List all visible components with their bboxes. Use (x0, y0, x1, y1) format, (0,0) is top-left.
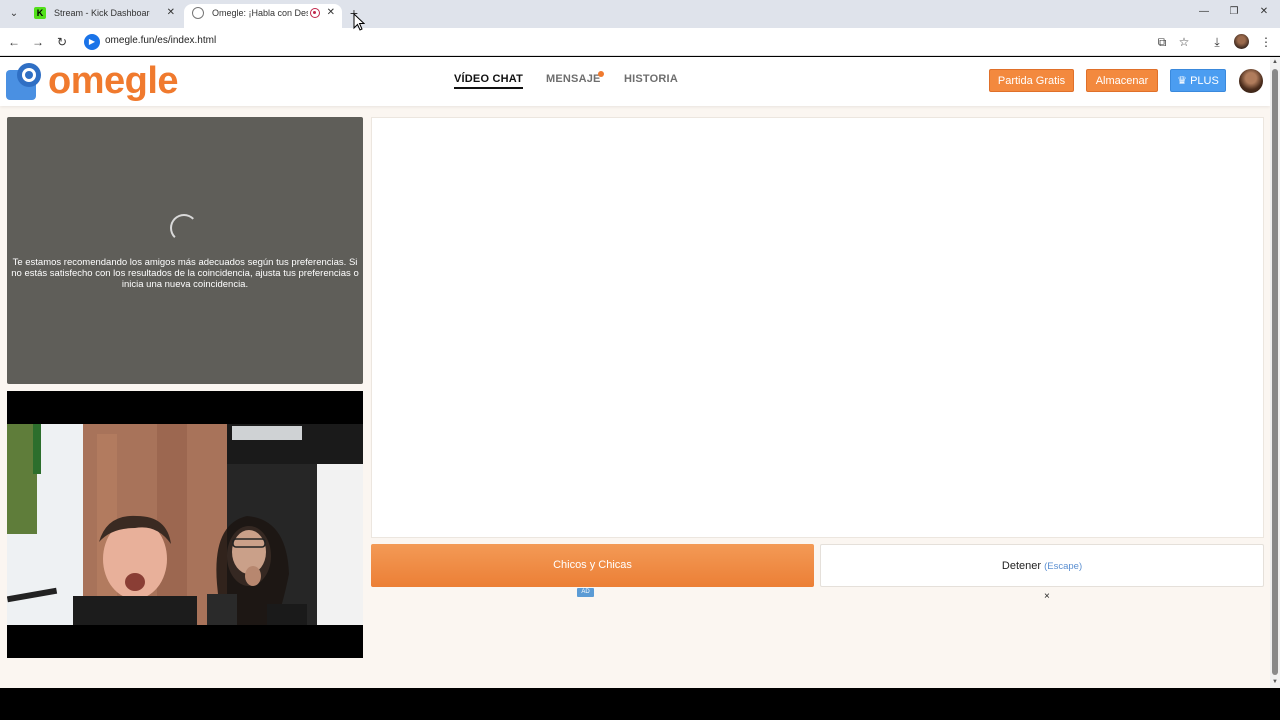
url-text: omegle.fun/es/index.html (105, 35, 217, 46)
matching-message: Te estamos recomendando los amigos más a… (11, 257, 359, 290)
notification-dot (598, 71, 604, 77)
globe-icon (192, 7, 204, 19)
restore-icon[interactable]: ❐ (1226, 6, 1242, 17)
browser-toolbar: ← → ↻ ▶ omegle.fun/es/index.html ⧉ ☆ ⤓ ⋮ (0, 28, 1280, 56)
back-icon[interactable]: ← (6, 34, 22, 50)
chat-panel (371, 117, 1264, 538)
stop-label: Detener (1001, 560, 1042, 572)
scroll-up-icon[interactable]: ▲ (1271, 59, 1279, 65)
free-match-button[interactable]: Partida Gratis (989, 69, 1074, 92)
tab-kick-dashboard[interactable]: K Stream - Kick Dashboard ✕ (26, 4, 182, 28)
webcam-feed (7, 424, 363, 625)
store-button[interactable]: Almacenar (1086, 69, 1158, 92)
bookmark-star-icon[interactable]: ☆ (1176, 34, 1192, 50)
stranger-video-panel: Te estamos recomendando los amigos más a… (7, 117, 363, 384)
page-scrollbar[interactable]: ▲ ▼ (1270, 57, 1280, 688)
browser-tab-strip: ⌄ K Stream - Kick Dashboard ✕ Omegle: ¡H… (0, 0, 1280, 28)
ad-close-icon[interactable]: × (1044, 591, 1050, 602)
close-window-icon[interactable]: ✕ (1256, 6, 1272, 17)
nav-messages[interactable]: MENSAJE (546, 73, 601, 85)
plus-label: PLUS (1190, 75, 1219, 87)
scroll-down-icon[interactable]: ▼ (1271, 679, 1279, 685)
user-avatar[interactable] (1239, 69, 1263, 93)
close-tab-icon[interactable]: ✕ (167, 4, 175, 22)
site-info-icon[interactable]: ▶ (84, 34, 100, 50)
close-tab-icon[interactable]: ✕ (327, 4, 335, 22)
page: omegle VÍDEO CHAT MENSAJE HISTORIA Parti… (0, 57, 1270, 688)
stop-button[interactable]: Detener (Escape) (820, 544, 1264, 587)
minimize-icon[interactable]: — (1196, 6, 1212, 17)
recording-indicator-icon (310, 8, 320, 18)
install-app-icon[interactable]: ⧉ (1154, 34, 1170, 50)
nav-video-chat[interactable]: VÍDEO CHAT (454, 73, 524, 89)
crown-icon: ♛ (1177, 75, 1188, 87)
nav-history[interactable]: HISTORIA (624, 73, 678, 85)
tab-omegle[interactable]: Omegle: ¡Habla con Descon ✕ (184, 4, 342, 28)
taskbar (0, 688, 1280, 720)
self-camera-panel (7, 391, 363, 658)
mouse-cursor-icon (353, 13, 365, 31)
tab-title: Omegle: ¡Habla con Descon (212, 8, 308, 18)
omegle-logo-icon[interactable] (6, 62, 46, 100)
logo-wordmark[interactable]: omegle (48, 59, 179, 103)
scroll-thumb[interactable] (1272, 69, 1278, 675)
address-bar[interactable]: ▶ omegle.fun/es/index.html (80, 31, 1200, 53)
escape-hint: (Escape) (1044, 561, 1083, 572)
forward-icon[interactable]: → (30, 34, 46, 50)
ad-badge: AD (577, 588, 594, 597)
reload-icon[interactable]: ↻ (54, 34, 70, 50)
browser-menu-icon[interactable]: ⋮ (1258, 34, 1274, 50)
site-header: omegle VÍDEO CHAT MENSAJE HISTORIA Parti… (0, 57, 1270, 106)
kick-icon: K (34, 7, 46, 19)
start-chat-button[interactable]: Chicos y Chicas (371, 544, 814, 587)
tab-search-icon[interactable]: ⌄ (6, 6, 22, 22)
download-icon[interactable]: ⤓ (1209, 34, 1225, 50)
profile-avatar[interactable] (1234, 34, 1249, 49)
loading-spinner-icon (170, 214, 198, 242)
plus-button[interactable]: ♛ PLUS (1170, 69, 1226, 92)
tab-title: Stream - Kick Dashboard (54, 8, 150, 18)
